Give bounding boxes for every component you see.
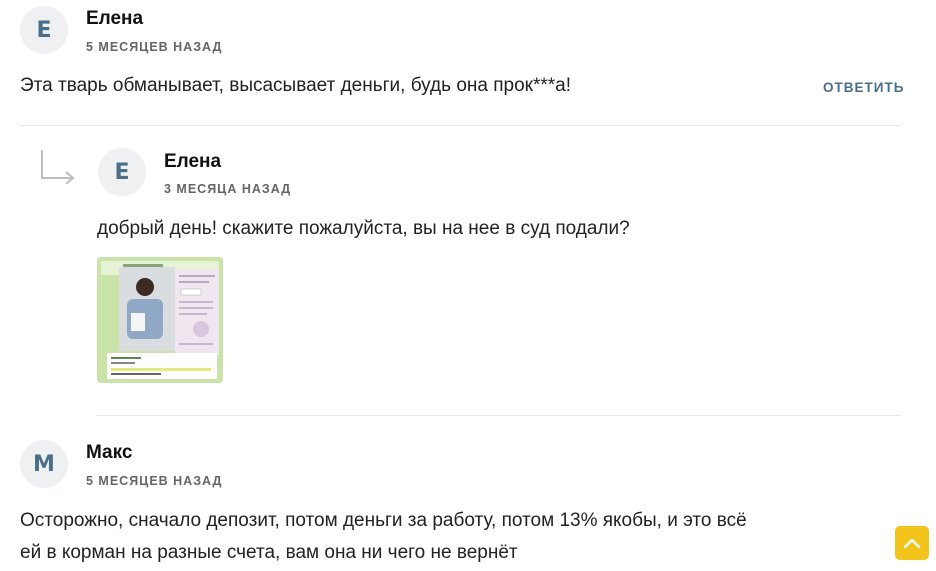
avatar: Е xyxy=(98,148,146,196)
reply-button[interactable]: ОТВЕТИТЬ xyxy=(823,80,904,95)
avatar: М xyxy=(20,440,68,488)
comment-text: Эта тварь обманывает, высасывает деньги,… xyxy=(20,75,571,96)
avatar: Е xyxy=(20,6,68,54)
comment-author: Елена xyxy=(86,8,144,29)
chevron-up-icon xyxy=(903,538,921,549)
comment-author: Елена xyxy=(164,151,222,172)
comment-author: Макс xyxy=(86,442,133,463)
comment-date: 3 МЕСЯЦА НАЗАД xyxy=(164,182,292,196)
comment-text-line: Осторожно, сначало депозит, потом деньги… xyxy=(20,510,747,531)
comment-text-line: ей в корман на разные счета, вам она ни … xyxy=(20,542,518,563)
comment-date: 5 МЕСЯЦЕВ НАЗАД xyxy=(86,474,223,488)
divider xyxy=(20,125,900,126)
scroll-top-button[interactable] xyxy=(895,526,929,560)
comment-date: 5 МЕСЯЦЕВ НАЗАД xyxy=(86,40,223,54)
divider xyxy=(97,415,900,416)
screenshot-image-icon xyxy=(97,257,223,383)
reply-arrow-icon xyxy=(41,150,75,184)
attachment-image[interactable] xyxy=(97,257,223,383)
comment-text: добрый день! скажите пожалуйста, вы на н… xyxy=(97,218,630,239)
